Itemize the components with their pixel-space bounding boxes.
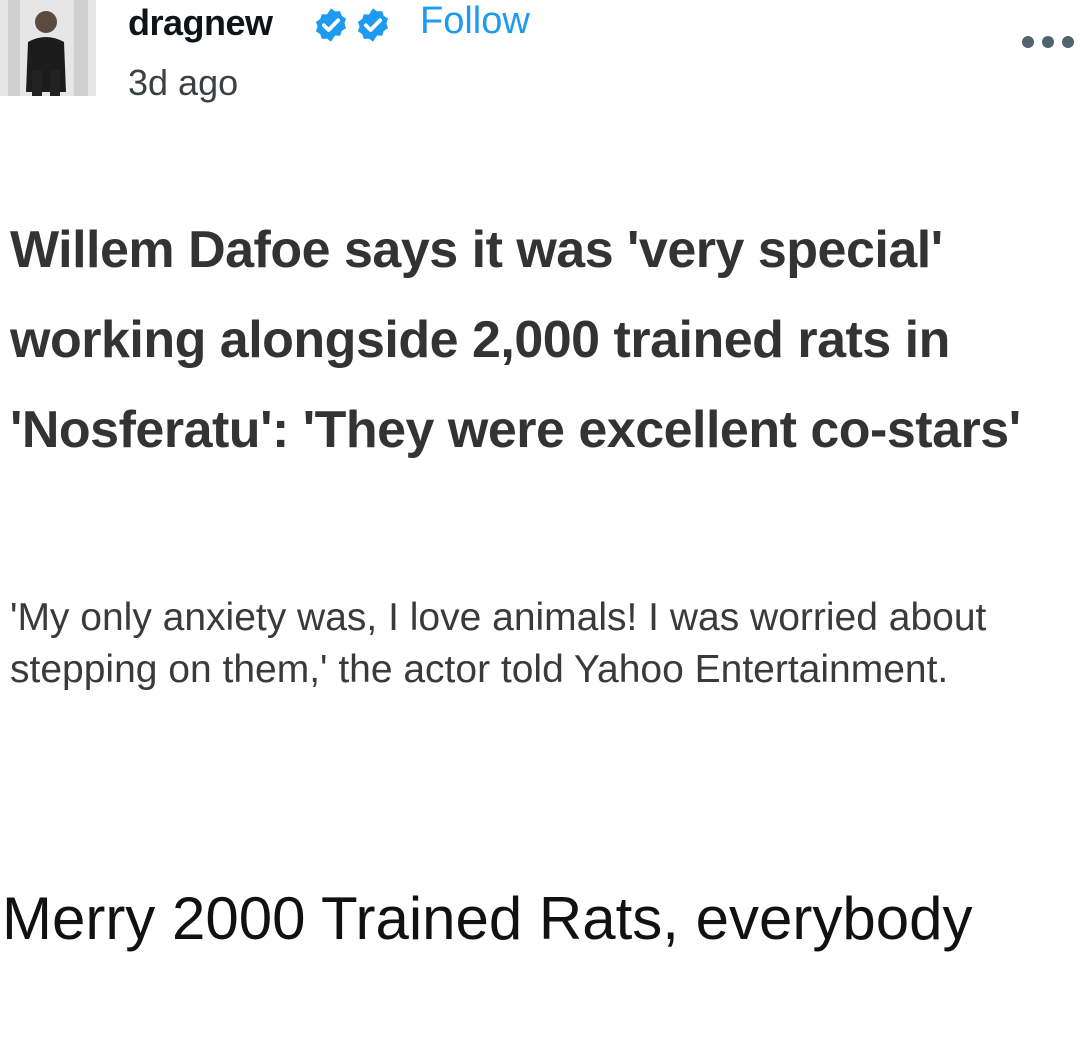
- dot-icon: [1062, 36, 1074, 48]
- dot-icon: [1042, 36, 1054, 48]
- article-subhead: 'My only anxiety was, I love animals! I …: [10, 596, 987, 691]
- verified-badge-icon: [315, 8, 347, 42]
- avatar[interactable]: [0, 0, 96, 96]
- article-headline: Willem Dafoe says it was 'very special' …: [10, 221, 1021, 459]
- username[interactable]: dragnew: [128, 2, 273, 44]
- avatar-photo-icon: [0, 0, 96, 96]
- verified-badges: [312, 6, 392, 44]
- post-comment: Merry 2000 Trained Rats, everybody: [2, 885, 973, 952]
- verified-badge-icon: [357, 8, 389, 42]
- post-header: dragnew Follow 3d ago: [0, 0, 1080, 110]
- dot-icon: [1022, 36, 1034, 48]
- more-options-icon[interactable]: [1022, 30, 1078, 54]
- follow-button[interactable]: Follow: [420, 0, 530, 43]
- post-timestamp: 3d ago: [128, 62, 239, 103]
